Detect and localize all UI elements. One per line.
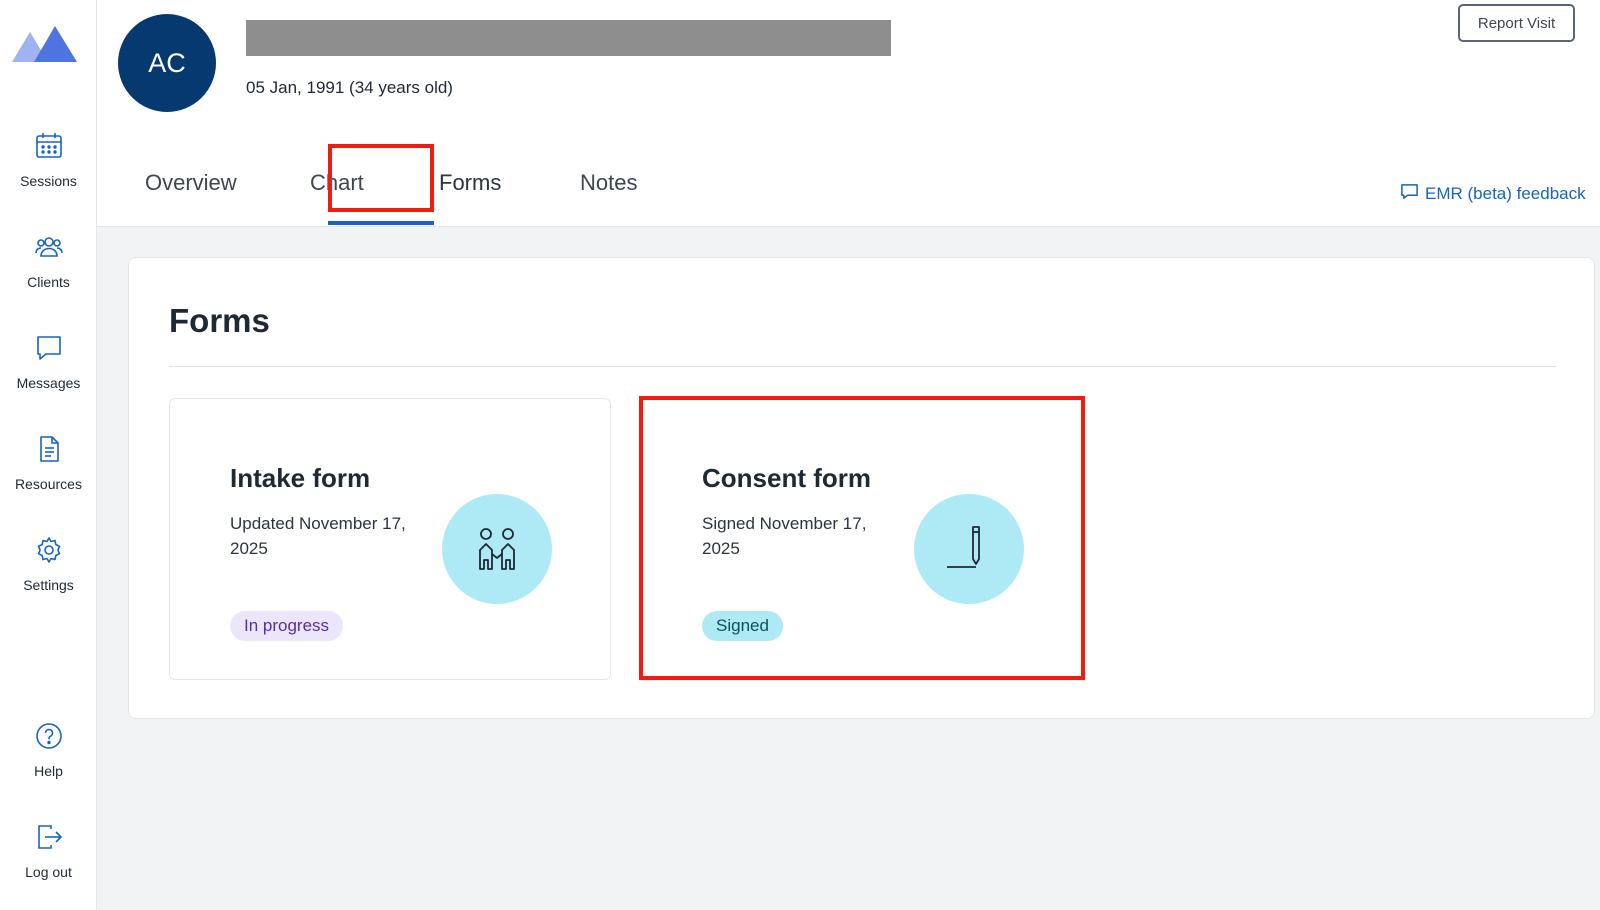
- help-icon: [34, 721, 64, 756]
- sidebar-item-label: Resources: [15, 476, 82, 492]
- sidebar-item-logout[interactable]: Log out: [0, 822, 97, 880]
- calendar-icon: [34, 131, 64, 166]
- client-dob: 05 Jan, 1991 (34 years old): [246, 78, 453, 97]
- sidebar-item-label: Log out: [25, 864, 72, 880]
- report-visit-button[interactable]: Report Visit: [1458, 4, 1575, 42]
- card-subtitle: Updated November 17, 2025: [230, 514, 406, 558]
- logout-icon: [34, 822, 64, 857]
- sidebar-item-label: Clients: [27, 274, 70, 290]
- tab-forms[interactable]: Forms: [439, 170, 501, 196]
- active-tab-indicator: [328, 221, 434, 225]
- avatar-initials: AC: [148, 47, 186, 78]
- sidebar-item-messages[interactable]: Messages: [0, 333, 97, 391]
- card-title: Intake form: [230, 463, 371, 493]
- people-icon: [442, 494, 552, 604]
- tab-notes[interactable]: Notes: [580, 170, 637, 196]
- client-header: AC 05 Jan, 1991 (34 years old) Report Vi…: [97, 0, 1600, 227]
- divider: [169, 366, 1556, 367]
- highlight-box-forms-tab: [328, 144, 434, 212]
- emr-feedback-link[interactable]: EMR (beta) feedback: [1400, 182, 1586, 206]
- sidebar-item-label: Settings: [23, 577, 74, 593]
- sidebar: Sessions Clients Messages Resources Sett…: [0, 0, 97, 910]
- client-name-redacted: [246, 20, 891, 56]
- highlight-box-consent-card: [639, 396, 1085, 680]
- comment-icon: [1400, 182, 1425, 206]
- sidebar-item-label: Sessions: [20, 173, 77, 189]
- avatar: AC: [118, 14, 216, 112]
- sidebar-item-help[interactable]: Help: [0, 721, 97, 779]
- page-title: Forms: [169, 302, 270, 339]
- tab-overview[interactable]: Overview: [145, 170, 237, 196]
- sidebar-item-settings[interactable]: Settings: [0, 535, 97, 593]
- sidebar-item-resources[interactable]: Resources: [0, 434, 97, 492]
- gear-icon: [34, 535, 64, 570]
- users-icon: [34, 232, 64, 267]
- sidebar-item-clients[interactable]: Clients: [0, 232, 97, 290]
- sidebar-item-label: Help: [34, 763, 63, 779]
- emr-feedback-label: EMR (beta) feedback: [1425, 184, 1586, 203]
- document-icon: [34, 434, 64, 469]
- sidebar-item-sessions[interactable]: Sessions: [0, 131, 97, 189]
- status-badge: In progress: [230, 611, 344, 641]
- app-logo[interactable]: [12, 22, 80, 66]
- intake-form-card[interactable]: Intake form Updated November 17, 2025 In…: [169, 398, 611, 680]
- chat-icon: [34, 333, 64, 368]
- sidebar-item-label: Messages: [16, 375, 81, 391]
